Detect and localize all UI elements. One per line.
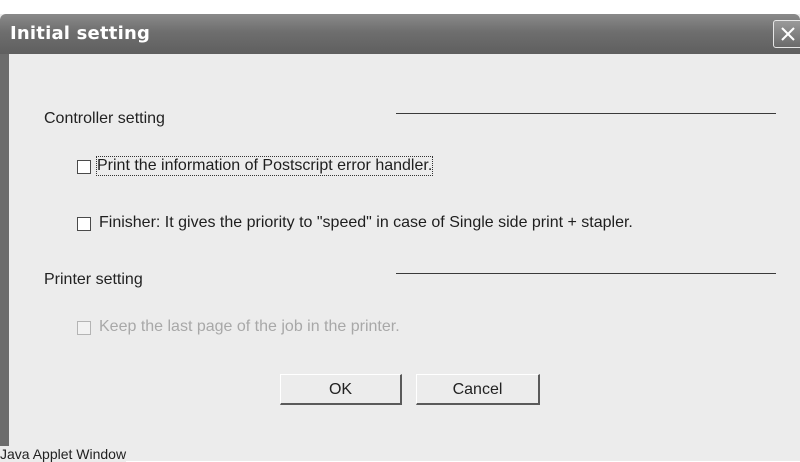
dialog-window: Initial setting Controller setting Print… (0, 14, 800, 462)
controller-setting-heading: Controller setting (44, 110, 165, 127)
controller-separator (396, 113, 776, 114)
postscript-error-checkbox[interactable] (77, 160, 91, 174)
printer-setting-heading: Printer setting (44, 271, 143, 288)
cancel-button[interactable]: Cancel (416, 374, 540, 405)
close-button[interactable] (773, 20, 800, 48)
dialog-content: Controller setting Print the information… (9, 54, 800, 461)
applet-status-text: Java Applet Window (0, 446, 127, 462)
window-frame-left (0, 54, 9, 461)
ok-button[interactable]: OK (280, 374, 402, 405)
keep-last-page-checkbox[interactable] (77, 321, 91, 335)
finisher-speed-checkbox[interactable] (77, 217, 91, 231)
close-icon (781, 27, 795, 41)
postscript-error-label[interactable]: Print the information of Postscript erro… (95, 156, 434, 176)
printer-separator (396, 273, 776, 274)
title-bar[interactable]: Initial setting (0, 14, 800, 54)
dialog-title: Initial setting (10, 23, 151, 44)
keep-last-page-label: Keep the last page of the job in the pri… (99, 318, 400, 335)
finisher-speed-label[interactable]: Finisher: It gives the priority to "spee… (99, 214, 633, 232)
